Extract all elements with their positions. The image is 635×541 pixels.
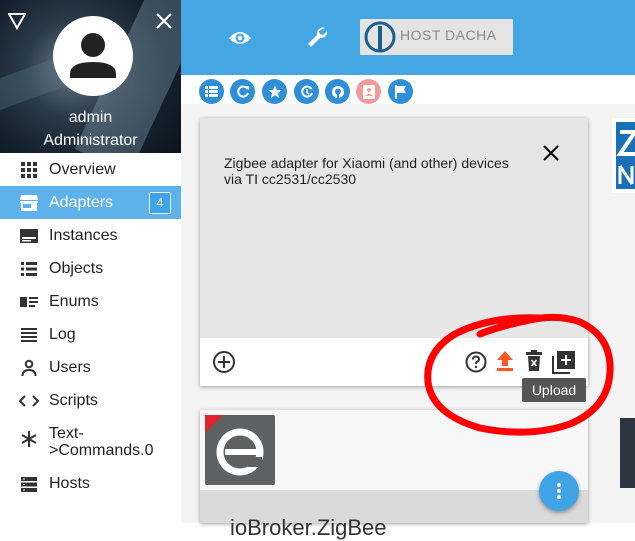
flag-button[interactable] xyxy=(388,79,413,104)
next-adapter-card xyxy=(612,118,635,193)
upload-icon[interactable] xyxy=(495,350,515,372)
adapter-description: Zigbee adapter for Xiaomi (and other) de… xyxy=(224,155,509,187)
nav-item-scripts[interactable]: Scripts xyxy=(0,384,181,417)
nav-label: Hosts xyxy=(49,474,90,492)
hosts-icon xyxy=(19,474,39,494)
nav-label: Objects xyxy=(49,259,104,277)
person-icon xyxy=(70,33,116,78)
nav-label: Scripts xyxy=(49,391,98,409)
grid-icon xyxy=(19,160,39,180)
close-icon[interactable] xyxy=(542,144,560,162)
star-button[interactable] xyxy=(262,79,287,104)
nav-label: Log xyxy=(49,325,76,343)
add-instance-icon[interactable] xyxy=(212,350,236,374)
next-adapter-card-logo xyxy=(620,418,635,488)
log-icon xyxy=(19,325,39,345)
nav-item-objects[interactable]: Objects xyxy=(0,252,181,285)
wrench-icon[interactable] xyxy=(305,25,329,49)
nav-label: Users xyxy=(49,358,91,376)
store-icon xyxy=(19,193,39,213)
nav-item-text-commands[interactable]: Text- >Commands.0 xyxy=(0,417,181,467)
nav-item-enums[interactable]: Enums xyxy=(0,285,181,318)
close-icon[interactable] xyxy=(155,12,173,30)
sidebar: admin Administrator Overview Adapters 4 … xyxy=(0,0,181,523)
nav-item-users[interactable]: Users xyxy=(0,351,181,384)
nav-label: Overview xyxy=(49,160,116,178)
nav-label: Instances xyxy=(49,226,118,244)
nav-item-log[interactable]: Log xyxy=(0,318,181,351)
host-name: HOST DACHA xyxy=(400,27,497,43)
instances-icon xyxy=(19,226,39,246)
enums-icon xyxy=(19,292,39,312)
refresh-button[interactable] xyxy=(230,79,255,104)
nav-item-hosts[interactable]: Hosts xyxy=(0,467,181,500)
adapters-count-badge: 4 xyxy=(149,191,171,214)
eye-icon[interactable] xyxy=(228,28,252,48)
nav-label: Adapters xyxy=(49,193,114,211)
update-button[interactable] xyxy=(294,79,319,104)
avatar xyxy=(53,16,133,96)
more-vert-icon xyxy=(557,483,561,499)
add-instance-box-icon[interactable] xyxy=(552,350,576,374)
adapter-logo-icon xyxy=(616,122,635,189)
filter-installed-button[interactable] xyxy=(356,79,381,104)
nav-label: Text- >Commands.0 xyxy=(49,425,154,459)
list-view-button[interactable] xyxy=(199,79,224,104)
nav-label: Enums xyxy=(49,292,99,310)
nav-item-instances[interactable]: Instances xyxy=(0,219,181,252)
menu-logo-icon[interactable] xyxy=(8,12,26,30)
github-button[interactable] xyxy=(325,79,350,104)
user-role: Administrator xyxy=(43,132,138,149)
user-name: admin xyxy=(68,109,113,126)
code-icon xyxy=(19,391,39,411)
nav-item-overview[interactable]: Overview xyxy=(0,153,181,186)
upload-tooltip: Upload xyxy=(522,378,586,402)
asterisk-icon xyxy=(19,429,39,449)
help-icon[interactable] xyxy=(465,351,487,373)
list-icon xyxy=(19,259,39,279)
nav-item-adapters[interactable]: Adapters 4 xyxy=(0,186,181,219)
iobroker-logo-icon xyxy=(364,21,396,53)
adapter-title: ioBroker.ZigBee xyxy=(230,515,387,540)
delete-icon[interactable] xyxy=(525,350,543,372)
user-icon xyxy=(19,358,39,378)
corner-marker xyxy=(205,415,223,433)
more-options-button[interactable] xyxy=(539,471,579,511)
